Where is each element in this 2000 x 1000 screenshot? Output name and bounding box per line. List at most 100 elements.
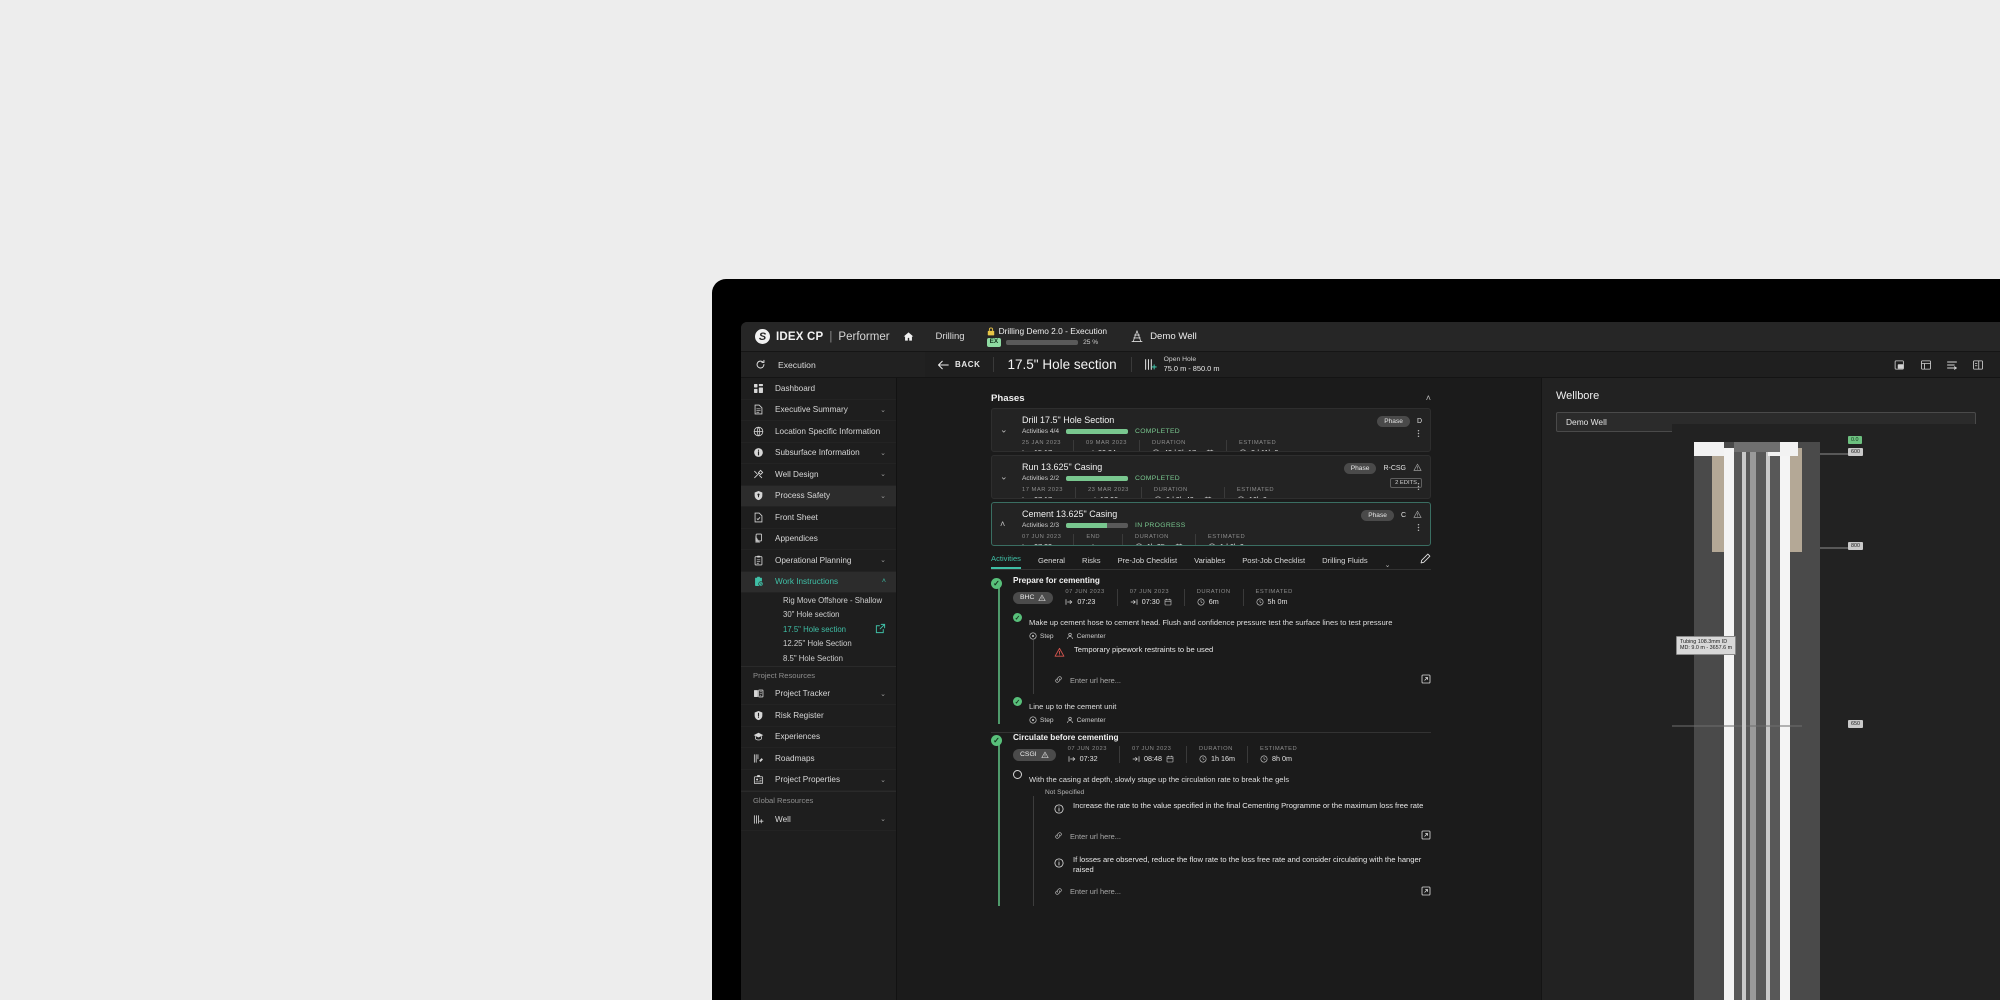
wellbore-title: Wellbore xyxy=(1556,390,1600,402)
phase-card[interactable]: ⌄ Run 13.625" Casing Activities 2/2 COMP… xyxy=(991,455,1431,499)
external-link-icon[interactable] xyxy=(1421,883,1431,901)
refresh-icon[interactable] xyxy=(755,359,766,370)
execution-mode-label: Execution xyxy=(778,359,816,370)
tab-variables[interactable]: Variables xyxy=(1194,556,1225,569)
chevron-icon[interactable]: ⌄ xyxy=(880,470,886,478)
tab-risks[interactable]: Risks xyxy=(1082,556,1101,569)
project-progress-block[interactable]: Drilling Demo 2.0 - Execution EX 25 % xyxy=(986,326,1107,347)
chevron-icon[interactable]: ⌄ xyxy=(880,776,886,784)
sidebar-item-label: Executive Summary xyxy=(775,405,848,415)
sidebar-item-subsurface-information[interactable]: Subsurface Information ⌄ xyxy=(741,443,896,464)
home-icon[interactable] xyxy=(903,331,914,342)
tab-activities[interactable]: Activities xyxy=(991,554,1021,569)
notice-row: Temporary pipework restraints to be used xyxy=(1054,640,1431,665)
external-link-icon[interactable] xyxy=(875,623,886,636)
list-view-icon[interactable] xyxy=(1946,359,1958,371)
phase-card[interactable]: ˄ Cement 13.625" Casing Activities 2/3 I… xyxy=(991,502,1431,546)
step-row[interactable]: ✓ Line up to the cement unit Step Cement… xyxy=(1013,696,1431,724)
phase-progress-bar xyxy=(1066,429,1129,434)
external-link-icon[interactable] xyxy=(1421,671,1431,689)
phase-tags: Phase R-CSG 2 EDITS xyxy=(1343,463,1422,488)
panel-view-icon[interactable] xyxy=(1972,359,1984,371)
tab-drilling-fluids[interactable]: Drilling Fluids xyxy=(1322,556,1368,569)
step-type: Step xyxy=(1029,632,1054,640)
hole-depth-range: 75.0 m - 850.0 m xyxy=(1163,364,1220,373)
step-unchecked-icon[interactable] xyxy=(1013,770,1022,779)
phase-activities-count: Activities 4/4 xyxy=(1022,428,1060,435)
module-label[interactable]: Drilling xyxy=(936,331,965,342)
stage-chip: EX xyxy=(986,338,1002,347)
brand-block[interactable]: S IDEX CP | Performer xyxy=(741,329,914,344)
chevron-icon[interactable]: ⌄ xyxy=(880,556,886,564)
phase-menu-button[interactable] xyxy=(1414,482,1423,493)
activity-status-icon: ✓ xyxy=(991,735,1002,746)
sidebar-item-location-specific-information[interactable]: Location Specific Information xyxy=(741,421,896,443)
external-link-icon[interactable] xyxy=(1421,827,1431,845)
phase-card[interactable]: ⌄ Drill 17.5" Hole Section Activities 4/… xyxy=(991,408,1431,452)
phase-expand-caret[interactable]: ⌄ xyxy=(1000,472,1008,483)
chevron-icon[interactable]: ⌄ xyxy=(880,449,886,457)
activities-list: ✓ Prepare for cementing BHC 07 JUN 2023 … xyxy=(991,576,1431,908)
sidebar-subitem-rig-move-offshore-shallow[interactable]: Rig Move Offshore - Shallow xyxy=(741,593,896,608)
tab-general[interactable]: General xyxy=(1038,556,1065,569)
phase-meta: 25 JAN 2023 15:17 09 MAR 2023 20:34 DURA… xyxy=(1022,440,1420,451)
back-button[interactable]: BACK xyxy=(925,360,993,370)
sidebar-item-roadmaps[interactable]: Roadmaps xyxy=(741,748,896,770)
activity-start-date: 07 JUN 2023 xyxy=(1065,589,1105,595)
phase-menu-button[interactable] xyxy=(1414,523,1423,534)
phases-collapse-caret[interactable]: ˄ xyxy=(1426,393,1431,403)
tab-pre-job-checklist[interactable]: Pre-Job Checklist xyxy=(1118,556,1178,569)
sidebar-item-project-tracker[interactable]: Project Tracker ⌄ xyxy=(741,684,896,705)
wellbore-panel: Wellbore Demo Well 0.0 600 800 650 Tubin… xyxy=(1541,378,2000,1000)
sidebar-item-project-properties[interactable]: Project Properties ⌄ xyxy=(741,770,896,791)
sidebar-subitem-17-5-hole-section[interactable]: 17.5" Hole section xyxy=(741,622,896,637)
chevron-icon[interactable]: ⌄ xyxy=(880,815,886,823)
chevron-icon[interactable]: ⌄ xyxy=(880,492,886,500)
sidebar-subitem-12-25-hole-section[interactable]: 12.25" Hole Section xyxy=(741,637,896,652)
sidebar-item-label: Operational Planning xyxy=(775,555,852,565)
main-content: Phases ˄ ⌄ Drill 17.5" Hole Section Acti… xyxy=(897,378,1541,1000)
well-icon xyxy=(753,814,764,825)
sidebar-item-risk-register[interactable]: Risk Register xyxy=(741,705,896,727)
step-type-icon xyxy=(1029,716,1037,724)
phase-expand-caret[interactable]: ˄ xyxy=(1000,519,1005,529)
phase-expand-caret[interactable]: ⌄ xyxy=(1000,425,1008,436)
sidebar-item-well-design[interactable]: Well Design ⌄ xyxy=(741,464,896,486)
phase-menu-button[interactable] xyxy=(1414,429,1423,440)
table-view-icon[interactable] xyxy=(1920,359,1932,371)
sidebar-item-operational-planning[interactable]: Operational Planning ⌄ xyxy=(741,550,896,572)
url-input-row[interactable]: Enter url here... xyxy=(1054,877,1431,906)
phase-duration: 43d 5h 17m xyxy=(1152,448,1214,451)
step-checked-icon[interactable]: ✓ xyxy=(1013,697,1022,706)
sidebar-item-experiences[interactable]: Experiences xyxy=(741,727,896,748)
step-checked-icon[interactable]: ✓ xyxy=(1013,613,1022,622)
risk-shield-icon xyxy=(753,710,764,721)
sidebar-subitem-30-hole-section[interactable]: 30" Hole section xyxy=(741,608,896,623)
pdf-export-icon[interactable] xyxy=(1894,359,1906,371)
url-input-row[interactable]: Enter url here... xyxy=(1054,665,1431,694)
phases-title: Phases xyxy=(991,392,1025,404)
pencil-icon[interactable] xyxy=(1420,551,1431,569)
work-instructions-icon xyxy=(753,576,764,587)
depth-label-0: 0.0 xyxy=(1848,436,1862,444)
chevron-icon[interactable]: ⌄ xyxy=(880,406,886,414)
chevron-icon[interactable]: ˄ xyxy=(882,578,886,585)
chevron-icon[interactable]: ⌄ xyxy=(880,690,886,698)
sidebar-item-front-sheet[interactable]: Front Sheet xyxy=(741,507,896,529)
wellbore-diagram[interactable]: 0.0 600 800 650 Tubing 108.3mm ID MD: 9.… xyxy=(1672,424,2000,1000)
step-row[interactable]: With the casing at depth, slowly stage u… xyxy=(1013,769,1431,906)
sidebar-item-work-instructions[interactable]: Work Instructions ˄ xyxy=(741,571,896,593)
tabs-more-caret[interactable]: ⌄ xyxy=(1385,561,1391,569)
tab-post-job-checklist[interactable]: Post-Job Checklist xyxy=(1242,556,1305,569)
sidebar-subitem-8-5-hole-section[interactable]: 8.5" Hole Section xyxy=(741,651,896,666)
step-row[interactable]: ✓ Make up cement hose to cement head. Fl… xyxy=(1013,612,1431,694)
sidebar-item-dashboard[interactable]: Dashboard xyxy=(741,378,896,400)
sidebar-item-appendices[interactable]: Appendices xyxy=(741,529,896,550)
well-block[interactable]: Demo Well xyxy=(1131,330,1197,343)
url-input-row[interactable]: Enter url here... xyxy=(1054,821,1431,850)
sidebar-item-executive-summary[interactable]: Executive Summary ⌄ xyxy=(741,400,896,421)
sidebar-item-well[interactable]: Well ⌄ xyxy=(741,809,896,831)
step-not-specified: Not Specified xyxy=(1045,789,1085,796)
activity-meta: CSGI 07 JUN 2023 07:32 07 JUN 2023 08:48… xyxy=(1013,746,1431,763)
sidebar-item-process-safety[interactable]: Process Safety ⌄ xyxy=(741,485,896,507)
